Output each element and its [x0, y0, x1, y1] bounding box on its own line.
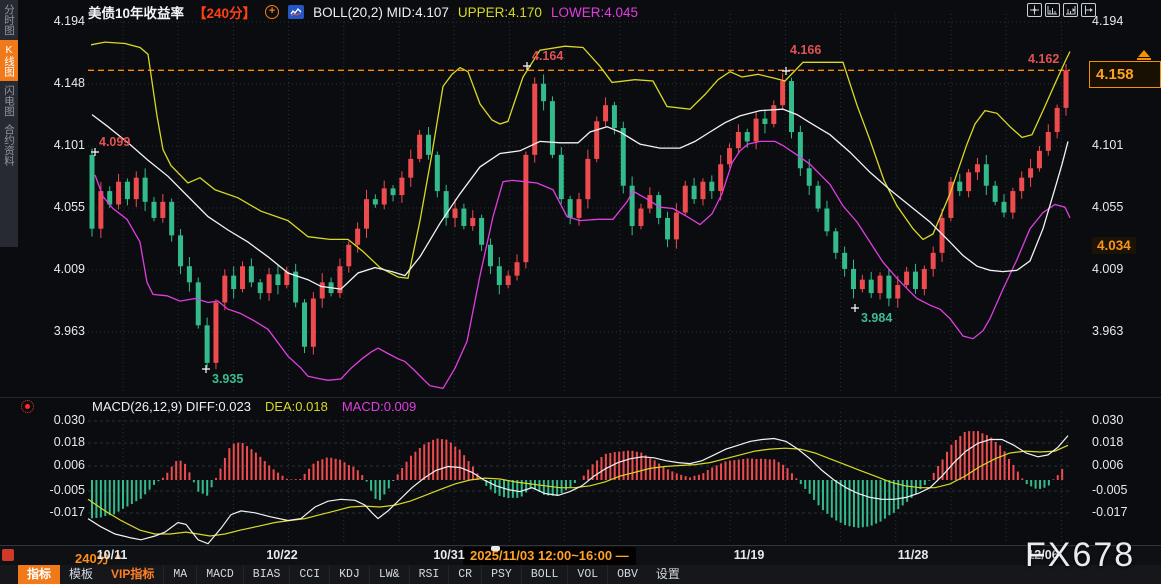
price-annotations: 4.099 4.164 4.166 4.162 3.935 3.984 [91, 43, 1059, 386]
footer-item-OBV[interactable]: OBV [607, 565, 647, 584]
footer-item-CCI[interactable]: CCI [289, 565, 329, 584]
footer-item-指标[interactable]: 指标 [18, 565, 60, 584]
price-axis-label-left: 3.963 [27, 324, 85, 338]
footer-item-VIP指标[interactable]: VIP指标 [102, 565, 163, 584]
svg-text:4.166: 4.166 [790, 43, 821, 57]
svg-text:3.984: 3.984 [861, 311, 892, 325]
footer-item-LW&[interactable]: LW& [369, 565, 409, 584]
pane-layout-left-icon[interactable] [1045, 3, 1060, 17]
price-axis-label-left: 4.055 [27, 200, 85, 214]
price-alert-marker-base [1137, 58, 1151, 60]
macd-axis-label-right: -0.005 [1092, 483, 1150, 497]
boll-upper-label: UPPER:4.170 [458, 5, 542, 20]
price-axis-label-right: 4.194 [1092, 14, 1150, 28]
candlestick-layer [90, 64, 1069, 369]
price-axis-label-left: 4.194 [27, 14, 85, 28]
footer-item-MACD[interactable]: MACD [196, 565, 243, 584]
cursor-position-tick [491, 546, 500, 551]
svg-text:4.164: 4.164 [532, 49, 563, 63]
watermark: FX678 [1025, 536, 1135, 575]
svg-text:3.935: 3.935 [212, 372, 243, 386]
chart-header: 美债10年收益率 【240分】 + BOLL(20,2) MID:4.107 U… [88, 2, 638, 22]
live-indicator-icon [21, 400, 34, 413]
pane-divider [0, 397, 1161, 398]
indicator-toolbar: 指标模板VIP指标MAMACDBIASCCIKDJLW&RSICRPSYBOLL… [0, 565, 1161, 584]
pane-layout-right-icon[interactable] [1063, 3, 1078, 17]
date-label-10/31: 10/31 [421, 548, 477, 562]
macd-axis-label-left: 0.018 [27, 435, 85, 449]
date-label-11/28: 11/28 [885, 548, 941, 562]
price-axis-label-left: 4.009 [27, 262, 85, 276]
price-axis-label-right: 4.009 [1092, 262, 1150, 276]
boll-mid-label: BOLL(20,2) MID:4.107 [313, 5, 449, 20]
symbol-title: 美债10年收益率 [88, 2, 184, 22]
footer-item-PSY[interactable]: PSY [481, 565, 521, 584]
trading-app: { "app": { "watermark": "FX678" }, "colo… [0, 0, 1161, 584]
macd-header: MACD(26,12,9) DIFF:0.023 DEA:0.018 MACD:… [92, 399, 416, 414]
macd-dea-label: DEA:0.018 [265, 399, 328, 414]
svg-text:4.099: 4.099 [99, 135, 130, 149]
macd-axis-label-right: -0.017 [1092, 505, 1150, 519]
macd-axis-label-left: 0.006 [27, 458, 85, 472]
macd-axis-label-left: -0.005 [27, 483, 85, 497]
svg-text:4.162: 4.162 [1028, 52, 1059, 66]
current-price-badge: 4.158 [1089, 61, 1161, 88]
footer-item-模板[interactable]: 模板 [60, 565, 102, 584]
macd-lines [88, 436, 1068, 544]
price-axis-label-right: 4.101 [1092, 138, 1150, 152]
sidebar-item-闪电图[interactable]: 闪电图 [0, 81, 18, 121]
boll-lower-label: LOWER:4.045 [551, 5, 638, 20]
sidebar-item-合约资料[interactable]: 合约资料 [0, 120, 18, 170]
price-axis-label-right: 4.055 [1092, 200, 1150, 214]
period-tag[interactable]: 【240分】 [193, 2, 256, 22]
macd-axis-label-right: 0.006 [1092, 458, 1150, 472]
date-label-11/19: 11/19 [721, 548, 777, 562]
footer-item-VOL[interactable]: VOL [567, 565, 607, 584]
footer-item-MA[interactable]: MA [163, 565, 196, 584]
date-label-10/22: 10/22 [254, 548, 310, 562]
price-alert-marker-icon[interactable] [1138, 50, 1150, 57]
zoom-add-icon[interactable]: + [265, 5, 279, 19]
sidebar-item-K线图[interactable]: K线图 [0, 40, 18, 81]
move-crosshair-icon[interactable] [1027, 3, 1042, 17]
chart-canvas[interactable]: 4.099 4.164 4.166 4.162 3.935 3.984 [0, 0, 1161, 584]
sidebar-item-分时图[interactable]: 分时图 [0, 0, 18, 40]
macd-axis-label-left: -0.017 [27, 505, 85, 519]
date-label-10/11: 10/11 [84, 548, 140, 562]
chart-toolbar [1027, 3, 1096, 17]
price-axis-label-left: 4.101 [27, 138, 85, 152]
sidebar: 分时图K线图闪电图合约资料 [0, 0, 18, 247]
footer-item-KDJ[interactable]: KDJ [329, 565, 369, 584]
macd-axis-label-right: 0.018 [1092, 435, 1150, 449]
macd-axis-label-right: 0.030 [1092, 413, 1150, 427]
secondary-price-badge: 4.034 [1092, 237, 1136, 254]
footer-item-BIAS[interactable]: BIAS [243, 565, 290, 584]
pane-expand-icon[interactable] [1081, 3, 1096, 17]
price-axis-label-left: 4.148 [27, 76, 85, 90]
macd-value-label: MACD:0.009 [342, 399, 416, 414]
app-logo-icon [2, 549, 14, 561]
footer-item-BOLL[interactable]: BOLL [521, 565, 568, 584]
price-axis-label-right: 3.963 [1092, 324, 1150, 338]
hovered-bar-time: 2025/11/03 12:00~16:00 — [463, 547, 636, 565]
footer-item-CR[interactable]: CR [448, 565, 481, 584]
footer-item-设置[interactable]: 设置 [647, 565, 689, 584]
footer-item-RSI[interactable]: RSI [409, 565, 449, 584]
macd-axis-label-left: 0.030 [27, 413, 85, 427]
chart-type-icon[interactable] [288, 5, 304, 19]
time-axis: 240分 ▲ 2025/11/03 12:00~16:00 — 10/1110/… [0, 545, 1161, 565]
macd-diff-label: MACD(26,12,9) DIFF:0.023 [92, 399, 251, 414]
